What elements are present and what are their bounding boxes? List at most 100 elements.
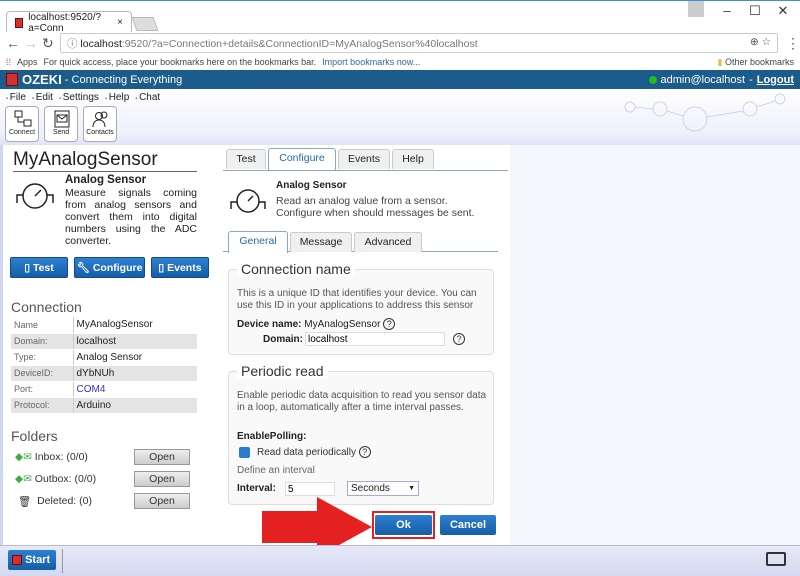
- cancel-button[interactable]: Cancel: [440, 515, 496, 535]
- contacts-button[interactable]: Contacts: [83, 106, 117, 142]
- connection-name-help: This is a unique ID that identifies your…: [237, 288, 477, 311]
- tagline: - Connecting Everything: [64, 73, 183, 86]
- domain-label: Domain:: [263, 334, 303, 345]
- menu-file[interactable]: File: [6, 92, 26, 103]
- device-name-value: MyAnalogSensor: [304, 319, 381, 330]
- connection-name-legend: Connection name: [237, 261, 355, 277]
- help-icon[interactable]: ?: [383, 318, 396, 330]
- wrench-icon: 🔧︎: [76, 262, 90, 274]
- minimize-icon[interactable]: –: [712, 1, 742, 21]
- table-row: Name MyAnalogSensor: [11, 317, 197, 334]
- configure-button[interactable]: 🔧︎ Configure: [74, 257, 145, 278]
- subtab-message[interactable]: Message: [290, 232, 352, 252]
- interval-unit-select[interactable]: Seconds ▼: [347, 481, 419, 496]
- zoom-star-icons[interactable]: ⊕ ☆: [750, 36, 771, 48]
- help-icon[interactable]: ?: [453, 333, 465, 345]
- apps-link[interactable]: Apps: [17, 57, 38, 67]
- folder-deleted: 🗑︎ Deleted: (0) Open: [15, 491, 190, 511]
- tab-configure[interactable]: Configure: [268, 148, 336, 170]
- ozeki-favicon-icon: [15, 17, 24, 28]
- tab-help[interactable]: Help: [392, 149, 434, 169]
- import-bookmarks-link[interactable]: Import bookmarks now...: [322, 57, 420, 67]
- menu-help[interactable]: Help: [105, 92, 129, 103]
- start-button[interactable]: Start: [8, 550, 56, 570]
- sensor-description: Measure signals coming from analog senso…: [65, 187, 197, 247]
- port-link[interactable]: COM4: [73, 381, 197, 398]
- config-description: Read an analog value from a sensor. Conf…: [276, 195, 475, 219]
- maximize-icon[interactable]: ☐: [740, 1, 770, 21]
- online-status-icon: [648, 75, 657, 84]
- read-periodically-label: Read data periodically: [257, 447, 356, 458]
- outbox-icon: ◆✉: [15, 473, 32, 485]
- address-bar-row: ← → ↻ ⓘ localhost:9520/?a=Connection+det…: [0, 32, 800, 54]
- connection-heading: Connection: [11, 299, 82, 315]
- enable-polling-label: EnablePolling:: [237, 431, 307, 442]
- table-row: Type: Analog Sensor: [11, 349, 197, 366]
- connection-name-fieldset: Connection name This is a unique ID that…: [228, 261, 494, 355]
- analog-sensor-icon: [16, 183, 54, 209]
- tab-events[interactable]: Events: [338, 149, 390, 169]
- table-row: DeviceID: dYbNUh: [11, 365, 197, 382]
- trash-icon: 🗑︎: [15, 495, 35, 508]
- open-deleted-button[interactable]: Open: [134, 493, 190, 509]
- contacts-icon: [92, 111, 108, 128]
- new-tab-button[interactable]: [131, 17, 159, 31]
- periodic-read-fieldset: Periodic read Enable periodic data acqui…: [228, 363, 494, 505]
- apps-icon[interactable]: ⁞⁞: [6, 57, 11, 67]
- interval-hint: Define an interval: [237, 465, 315, 476]
- other-bookmarks[interactable]: ▮ Other bookmarks: [718, 57, 795, 68]
- open-inbox-button[interactable]: Open: [134, 449, 190, 465]
- periodic-read-legend: Periodic read: [237, 363, 328, 379]
- help-icon[interactable]: ?: [358, 446, 371, 458]
- periodic-read-help: Enable periodic data acquisition to read…: [237, 390, 487, 413]
- reload-icon[interactable]: ↻: [42, 35, 54, 52]
- folder-outbox: ◆✉ Outbox: (0/0) Open: [15, 469, 190, 489]
- menu-icon[interactable]: ⋮: [786, 35, 800, 52]
- ozeki-logo-icon: [6, 73, 18, 86]
- user-name: admin@localhost: [660, 73, 746, 86]
- ok-button[interactable]: Ok: [375, 515, 432, 535]
- browser-tab[interactable]: localhost:9520/?a=Conn ×: [6, 11, 132, 34]
- folder-icon: ▮: [717, 56, 723, 67]
- subtab-general[interactable]: General: [228, 231, 288, 253]
- forward-icon[interactable]: →: [24, 35, 38, 51]
- network-decoration-icon: [624, 93, 786, 132]
- monitor-icon[interactable]: [766, 552, 786, 566]
- tab-test[interactable]: Test: [226, 149, 266, 169]
- url-input[interactable]: ⓘ localhost:9520/?a=Connection+details&C…: [60, 33, 778, 53]
- menu-toolbar-area: File Edit Settings Help Chat Connect Send Co…: [0, 89, 800, 145]
- separator: -: [749, 73, 753, 86]
- interval-input[interactable]: [285, 482, 335, 496]
- ozeki-logo-icon: [12, 555, 22, 566]
- connect-button[interactable]: Connect: [5, 106, 39, 142]
- logout-link[interactable]: Logout: [757, 74, 794, 86]
- menu-chat[interactable]: Chat: [135, 92, 160, 103]
- table-row: Protocol: Arduino: [11, 397, 197, 414]
- connection-details-table: Name MyAnalogSensor Domain: localhost Type…: [11, 317, 197, 414]
- device-name-label: Device name:: [237, 319, 302, 330]
- left-panel: MyAnalogSensor Analog Sensor Measure sig…: [0, 145, 218, 545]
- close-tab-icon[interactable]: ×: [117, 17, 123, 28]
- table-row: Port: COM4: [11, 381, 197, 398]
- close-window-icon[interactable]: ✕: [768, 1, 798, 21]
- taskbar: Start: [0, 545, 800, 576]
- profile-icon[interactable]: [688, 1, 704, 17]
- config-panel: Test Configure Events Help Analog Sensor…: [218, 145, 510, 557]
- test-button[interactable]: ▯ Test: [10, 257, 68, 278]
- config-title: Analog Sensor: [276, 180, 347, 191]
- send-button[interactable]: Send: [44, 106, 78, 142]
- inbox-icon: ◆✉: [15, 451, 32, 463]
- connect-icon: [14, 110, 32, 127]
- dropdown-arrow-icon: ▼: [408, 485, 415, 492]
- analog-sensor-icon: [230, 189, 266, 213]
- folders-heading: Folders: [11, 428, 58, 444]
- menu-edit[interactable]: Edit: [32, 92, 53, 103]
- send-icon: [54, 110, 70, 128]
- read-periodically-checkbox[interactable]: [239, 447, 250, 458]
- open-outbox-button[interactable]: Open: [134, 471, 190, 487]
- back-icon[interactable]: ←: [6, 35, 20, 51]
- domain-input[interactable]: [305, 332, 445, 346]
- menu-settings[interactable]: Settings: [59, 92, 99, 103]
- events-button[interactable]: ▯ Events: [151, 257, 209, 278]
- subtab-advanced[interactable]: Advanced: [354, 232, 422, 252]
